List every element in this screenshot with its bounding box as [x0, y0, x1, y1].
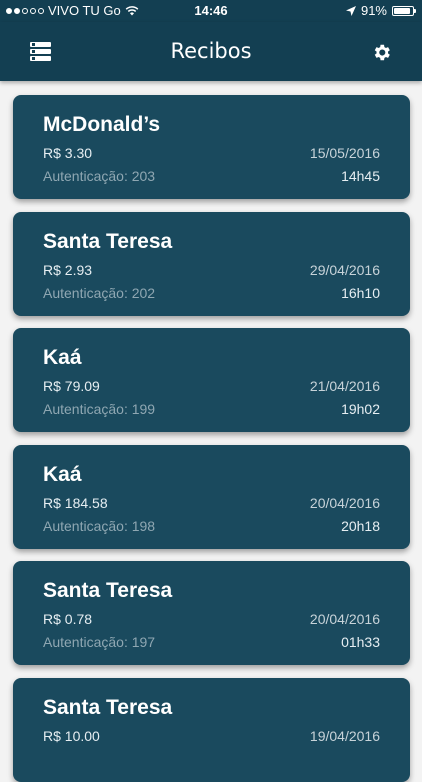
- status-right: 91%: [345, 3, 416, 18]
- receipt-card[interactable]: Kaá R$ 79.09 Autenticação: 199 21/04/201…: [13, 328, 410, 432]
- receipt-auth: Autenticação: 198: [43, 518, 156, 534]
- receipt-card[interactable]: Santa Teresa R$ 0.78 Autenticação: 197 2…: [13, 561, 410, 665]
- receipt-card[interactable]: Santa Teresa R$ 2.93 Autenticação: 202 2…: [13, 212, 410, 316]
- receipt-amount: R$ 10.00: [43, 728, 100, 744]
- battery-icon: [392, 5, 416, 16]
- receipt-card[interactable]: Kaá R$ 184.58 Autenticação: 198 20/04/20…: [13, 445, 410, 549]
- status-bar: VIVO TU Go 14:46 91%: [0, 0, 422, 22]
- receipt-card[interactable]: Santa Teresa R$ 10.00 19/04/2016: [13, 678, 410, 782]
- receipt-date: 20/04/2016: [309, 495, 380, 511]
- page-title: Recibos: [170, 39, 252, 63]
- location-arrow-icon: [345, 5, 356, 16]
- receipt-time: 20h18: [341, 518, 380, 534]
- receipt-amount: R$ 3.30: [43, 145, 93, 161]
- receipt-date: 29/04/2016: [309, 262, 380, 278]
- receipt-merchant: Kaá: [43, 346, 82, 369]
- receipt-time: 19h02: [341, 401, 380, 417]
- receipt-amount: R$ 2.93: [43, 262, 93, 278]
- receipt-date: 20/04/2016: [309, 611, 380, 627]
- receipt-merchant: Santa Teresa: [43, 230, 173, 253]
- receipt-amount: R$ 79.09: [43, 378, 100, 394]
- receipt-date: 21/04/2016: [309, 378, 380, 394]
- receipt-auth: Autenticação: 199: [43, 401, 156, 417]
- receipt-amount: R$ 0.78: [43, 611, 93, 627]
- receipt-auth: Autenticação: 202: [43, 285, 156, 301]
- gear-icon[interactable]: [371, 42, 392, 63]
- receipt-auth: Autenticação: 197: [43, 634, 156, 650]
- receipt-amount: R$ 184.58: [43, 495, 108, 511]
- receipt-time: 01h33: [341, 634, 380, 650]
- receipt-merchant: Santa Teresa: [43, 579, 173, 602]
- receipt-merchant: Santa Teresa: [43, 696, 173, 719]
- battery-percent: 91%: [360, 3, 387, 18]
- nav-bar: Recibos: [0, 22, 422, 81]
- receipt-time: 14h45: [341, 168, 380, 184]
- receipt-time: 16h10: [341, 285, 380, 301]
- receipt-card[interactable]: McDonald’s R$ 3.30 Autenticação: 203 15/…: [13, 95, 410, 199]
- receipt-merchant: McDonald’s: [43, 113, 161, 136]
- receipt-merchant: Kaá: [43, 463, 82, 486]
- receipt-date: 19/04/2016: [309, 728, 380, 744]
- battery-fill: [394, 7, 411, 14]
- receipt-auth: Autenticação: 203: [43, 168, 156, 184]
- receipt-date: 15/05/2016: [309, 145, 380, 161]
